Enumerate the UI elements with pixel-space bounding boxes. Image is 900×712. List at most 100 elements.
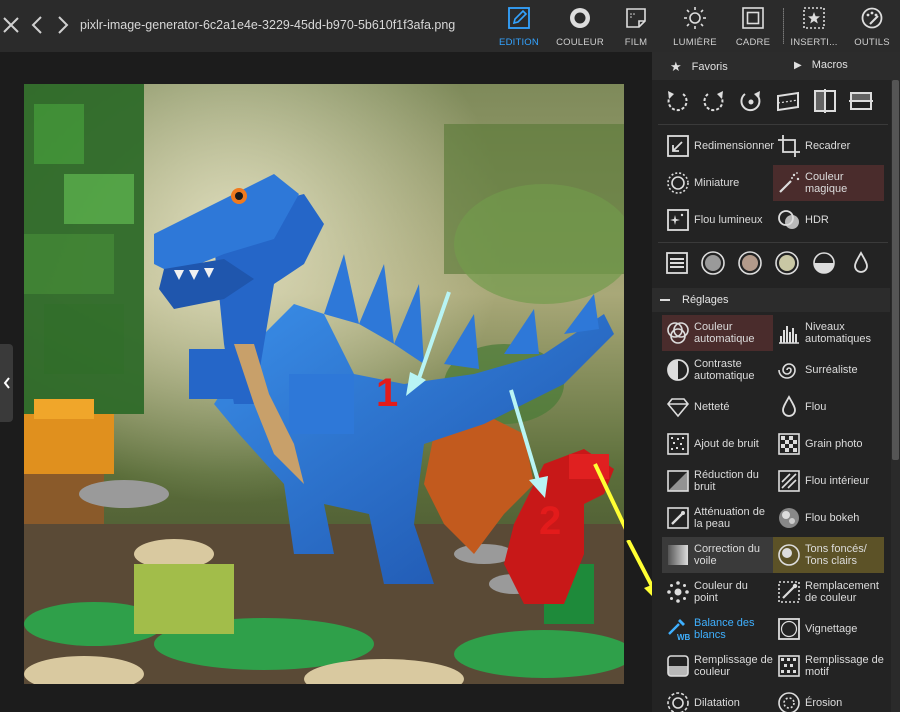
tool-attenuation-de-la-peau[interactable]: Atténuation de la peau	[662, 500, 773, 536]
toolbar-divider	[783, 8, 784, 44]
tool-redimensionner[interactable]: Redimensionner	[662, 128, 775, 164]
tool-flou-lumineux[interactable]: Flou lumineux	[662, 202, 773, 238]
lego-dinosaur-photo: 1 2	[24, 84, 624, 684]
tool-label: Vignettage	[805, 622, 858, 635]
tool-remplissage-de-motif[interactable]: Remplissage de motif	[773, 648, 884, 684]
tool-couleur-magique[interactable]: Couleur magique	[773, 165, 884, 201]
tool-balance-des-blancs[interactable]: WB Balance des blancs	[662, 611, 773, 647]
previous-image-button[interactable]	[26, 12, 48, 38]
tool-recadrer[interactable]: Recadrer	[773, 128, 884, 164]
tab-film[interactable]: FILM	[620, 4, 652, 50]
tool-tons-fonces-clairs[interactable]: Tons foncés/ Tons clairs	[773, 537, 884, 573]
list-icon	[666, 252, 688, 274]
miniature-icon	[667, 172, 689, 194]
marker-2: 2	[539, 499, 561, 543]
tool-flou-bokeh[interactable]: Flou bokeh	[773, 500, 884, 536]
list-view-button[interactable]	[664, 250, 690, 276]
rotate-right-button[interactable]	[699, 86, 729, 116]
erode-icon	[778, 692, 800, 712]
tool-couleur-du-point[interactable]: Couleur du point	[662, 574, 773, 610]
reglages-section-header[interactable]: Réglages	[652, 288, 890, 312]
tool-surrealiste[interactable]: Surréaliste	[773, 352, 884, 388]
panel-scrollbar[interactable]	[891, 80, 900, 712]
edit-icon	[508, 7, 530, 29]
tool-nettete[interactable]: Netteté	[662, 389, 773, 425]
tools-icon	[861, 7, 883, 29]
favoris-label: Favoris	[691, 61, 728, 73]
dilate-icon	[667, 692, 689, 712]
favorites-macros-bar: ★ Favoris ▶ Macros	[652, 52, 900, 80]
tool-reduction-du-bruit[interactable]: Réduction du bruit	[662, 463, 773, 499]
tool-dilatation[interactable]: Dilatation	[662, 685, 773, 712]
tool-ajout-de-bruit[interactable]: Ajout de bruit	[662, 426, 773, 462]
preset-grey-button[interactable]	[700, 250, 726, 276]
transform-row	[652, 80, 890, 124]
tool-correction-du-voile[interactable]: Correction du voile	[662, 537, 773, 573]
tab-edition[interactable]: EDITION	[496, 4, 542, 50]
tool-label: Tons foncés/ Tons clairs	[805, 542, 867, 568]
tool-label: Correction du voile	[694, 542, 761, 568]
collapse-left-panel-button[interactable]	[0, 344, 13, 422]
scrollbar-thumb[interactable]	[892, 80, 899, 460]
tool-contraste-automatique[interactable]: Contraste automatique	[662, 352, 773, 388]
preset-row	[652, 250, 890, 280]
image-canvas-area: 1 2	[0, 52, 652, 712]
close-icon	[3, 17, 19, 33]
preset-warm-button[interactable]	[737, 250, 763, 276]
tool-niveaux-automatiques[interactable]: Niveaux automatiques	[773, 315, 884, 351]
auto-levels-icon	[779, 326, 799, 344]
tool-flou-interieur[interactable]: Flou intérieur	[773, 463, 884, 499]
collapse-icon	[660, 299, 670, 301]
tool-remplissage-de-couleur[interactable]: Remplissage de couleur	[662, 648, 773, 684]
tab-outils[interactable]: OUTILS	[852, 4, 892, 50]
preset-half-button[interactable]	[811, 250, 837, 276]
tool-hdr[interactable]: HDR	[773, 202, 884, 238]
star-icon: ★	[670, 59, 682, 74]
sharpen-icon	[666, 398, 690, 418]
tool-label: Niveaux automatiques	[805, 320, 872, 346]
frame-icon	[742, 7, 764, 29]
rotate-left-button[interactable]	[662, 86, 692, 116]
inner-blur-icon	[778, 470, 800, 492]
tool-label: Couleur magique	[805, 170, 848, 196]
magic-wand-icon	[779, 172, 800, 193]
tab-cadre[interactable]: CADRE	[734, 4, 772, 50]
edited-photo[interactable]: 1 2	[24, 84, 624, 684]
tool-miniature[interactable]: Miniature	[662, 165, 773, 201]
preset-olive-button[interactable]	[774, 250, 800, 276]
tool-label: Flou intérieur	[805, 474, 870, 487]
tab-cadre-label: CADRE	[735, 37, 771, 48]
flip-horizontal-button[interactable]	[810, 86, 840, 116]
tab-lumiere[interactable]: LUMIÈRE	[672, 4, 718, 50]
tab-insertion[interactable]: INSERTI...	[788, 4, 840, 50]
rotate-right-icon	[703, 91, 724, 112]
tool-label: Netteté	[694, 400, 730, 413]
tool-flou[interactable]: Flou	[773, 389, 884, 425]
blur-drop-icon	[782, 395, 796, 417]
favoris-button[interactable]: ★ Favoris	[670, 59, 728, 75]
tool-erosion[interactable]: Érosion	[773, 685, 884, 712]
preset-drop-button[interactable]	[848, 250, 874, 276]
tool-label: Ajout de bruit	[694, 437, 759, 450]
tool-grain-photo[interactable]: Grain photo	[773, 426, 884, 462]
straighten-button[interactable]	[773, 86, 803, 116]
preset-olive-icon	[775, 251, 799, 275]
tab-couleur[interactable]: COULEUR	[555, 4, 605, 50]
tool-remplacement-de-couleur[interactable]: Remplacement de couleur	[773, 574, 884, 610]
half-circle-icon	[813, 252, 835, 274]
tool-label: Redimensionner	[694, 139, 775, 152]
tool-label: Atténuation de la peau	[694, 505, 765, 531]
tool-couleur-automatique[interactable]: Couleur automatique	[662, 315, 773, 351]
insert-icon	[803, 7, 825, 29]
color-fill-icon	[667, 655, 689, 677]
noise-reduction-icon	[667, 470, 689, 492]
tab-lumiere-label: LUMIÈRE	[673, 37, 717, 48]
rotate-free-button[interactable]	[736, 86, 766, 116]
flip-vertical-button[interactable]	[846, 86, 876, 116]
close-button[interactable]	[0, 12, 22, 38]
macros-button[interactable]: ▶ Macros	[794, 59, 848, 71]
tool-label: Érosion	[805, 696, 843, 709]
drop-icon	[854, 251, 868, 273]
tool-vignettage[interactable]: Vignettage	[773, 611, 884, 647]
next-image-button[interactable]	[52, 12, 74, 38]
